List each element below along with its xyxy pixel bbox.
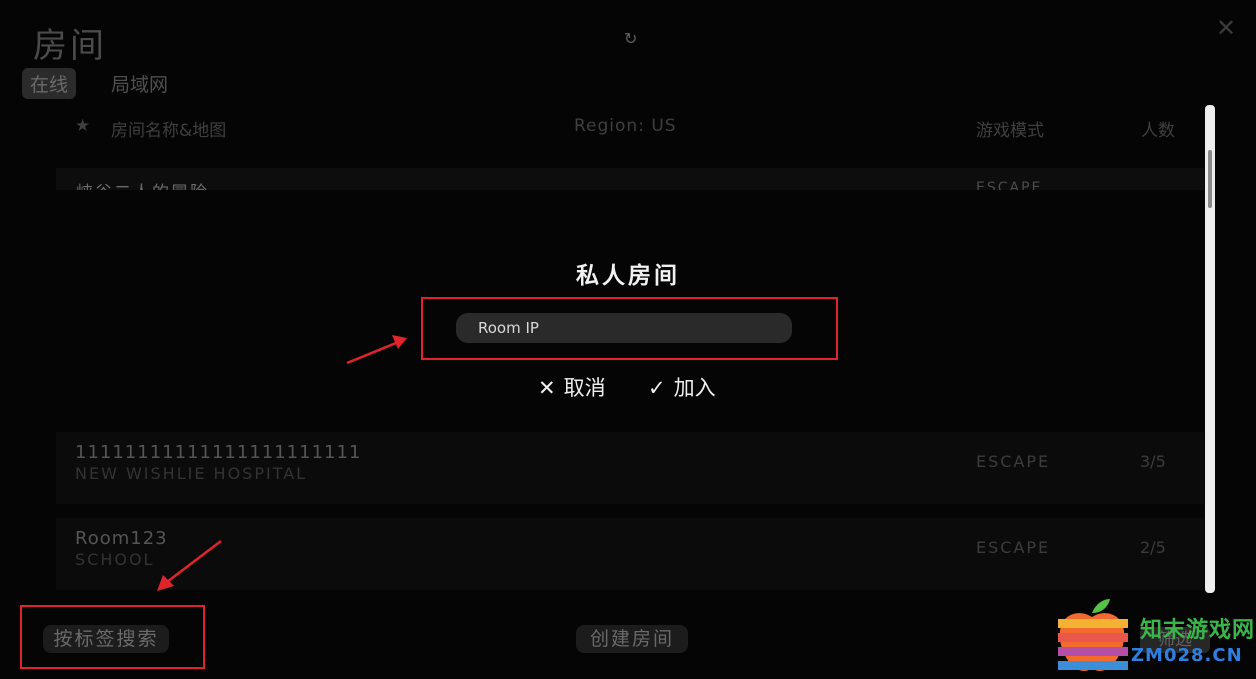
arrow-to-input (346, 335, 407, 365)
watermark-domain: ZM028.CN (1131, 645, 1243, 666)
watermark-name: 知末游戏网 (1140, 618, 1256, 643)
apple-logo-icon (1058, 599, 1128, 671)
annotation-arrows (157, 335, 407, 591)
arrow-to-search-tag (157, 540, 222, 591)
